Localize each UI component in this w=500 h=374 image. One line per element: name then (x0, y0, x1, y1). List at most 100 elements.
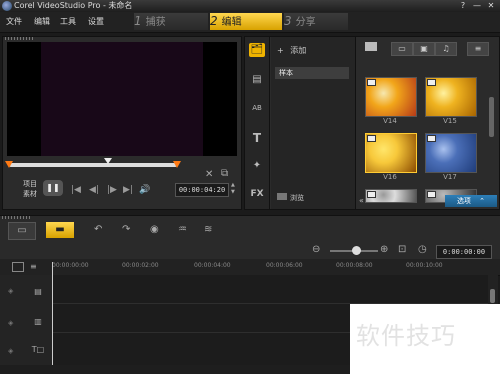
track-header-column: ▤ ▥ T□ ◈ ◈ ◈ (0, 275, 53, 365)
media-thumbnail[interactable] (365, 133, 417, 173)
preview-panel: ✕ ⧉ 项目 素材 ❚❚ |◀ ◀| |▶ ▶| 🔊 00:00:04:20 ▲… (2, 36, 242, 210)
library-toolbar: ▭ ▣ ♫ ≡ (359, 39, 497, 57)
video-clip-badge-icon (367, 191, 376, 198)
scissors-icon[interactable]: ✕ (205, 169, 213, 180)
media-thumbnail-grid: V14 V15 V16 V17 (359, 61, 487, 203)
pause-button[interactable]: ❚❚ (43, 180, 63, 196)
instant-project-icon[interactable]: ▤ (249, 73, 265, 87)
spin-down-icon[interactable]: ▼ (231, 189, 235, 195)
next-frame-icon[interactable]: |▶ (107, 185, 117, 195)
trim-end-marker[interactable] (173, 161, 181, 168)
go-end-icon[interactable]: ▶| (123, 185, 133, 195)
watermark-text: 软件技巧 (356, 322, 456, 350)
library-folder-pane: + 添加 样本 浏览 (271, 37, 356, 209)
step-number: 1 (134, 14, 142, 28)
trim-start-marker[interactable] (5, 161, 13, 168)
add-icon: + (277, 46, 284, 55)
timeline-ruler[interactable]: ≡ 00:00:00:00 00:00:02:00 00:00:04:00 00… (0, 259, 500, 276)
ruler-tick: 00:00:08:00 (336, 262, 373, 269)
sound-mixer-icon[interactable]: ♒ (178, 222, 187, 238)
library-panel: 🗂 ▤ AB T ✦ FX + 添加 样本 浏览 ▭ ▣ ♫ ≡ V14 V15 V… (244, 36, 500, 210)
folder-icon[interactable] (365, 42, 377, 51)
spin-up-icon[interactable]: ▲ (231, 182, 235, 188)
project-mode-label[interactable]: 项目 (23, 179, 37, 189)
transition-icon[interactable]: AB (249, 101, 265, 115)
zoom-out-icon[interactable]: ⊖ (312, 244, 320, 255)
library-scrollbar[interactable] (489, 97, 494, 137)
media-thumbnail[interactable] (425, 133, 477, 173)
folder-item-sample[interactable]: 样本 (275, 67, 349, 79)
media-thumbnail[interactable] (425, 77, 477, 117)
panel-grip[interactable] (5, 37, 35, 40)
video-track[interactable] (52, 275, 488, 304)
timeline-playhead[interactable] (52, 262, 53, 366)
app-logo-icon (2, 1, 12, 11)
video-clip-badge-icon (367, 79, 376, 86)
scrollbar-thumb[interactable] (490, 289, 495, 303)
list-view-button[interactable]: ≡ (467, 42, 489, 56)
thumbnail-caption: V15 (443, 117, 457, 125)
panel-grip[interactable] (2, 216, 32, 219)
show-audio-button[interactable]: ♫ (435, 42, 457, 56)
video-track-icon[interactable]: ▤ (30, 287, 46, 296)
menu-tools[interactable]: 工具 (60, 16, 76, 27)
step-share-tab[interactable]: 3 分享 (284, 13, 348, 30)
storyboard-view-button[interactable]: ▭ (8, 222, 36, 240)
track-manager-icon[interactable] (12, 262, 24, 272)
preview-window (7, 42, 237, 156)
show-videos-button[interactable]: ▭ (391, 42, 413, 56)
overlay-track-icon[interactable]: ▥ (30, 317, 46, 326)
title-track-icon[interactable]: T□ (30, 345, 46, 354)
redo-icon[interactable]: ↷ (122, 222, 130, 238)
menu-settings[interactable]: 设置 (88, 16, 104, 27)
close-button[interactable]: ✕ (484, 1, 498, 11)
track-visibility-icon[interactable]: ◈ (8, 287, 13, 295)
collapse-library-icon[interactable]: « (359, 196, 364, 205)
add-folder-button[interactable]: + 添加 (277, 45, 306, 56)
menu-edit[interactable]: 编辑 (34, 16, 50, 27)
timeline-timecode[interactable]: 0:00:00:00 (436, 245, 492, 259)
copy-icon[interactable]: ⧉ (221, 168, 228, 179)
scrubber-track[interactable] (9, 163, 177, 167)
ruler-tick: 00:00:06:00 (266, 262, 303, 269)
video-clip-badge-icon (427, 191, 436, 198)
step-number: 2 (210, 14, 218, 28)
video-clip-badge-icon (367, 135, 376, 142)
undo-icon[interactable]: ↶ (94, 222, 102, 238)
volume-icon[interactable]: 🔊 (139, 185, 150, 195)
fit-project-icon[interactable]: ⊡ (398, 244, 406, 255)
clock-icon: ◷ (418, 244, 427, 255)
zoom-in-icon[interactable]: ⊕ (380, 244, 388, 255)
filter-icon[interactable]: FX (249, 187, 265, 201)
menu-file[interactable]: 文件 (6, 16, 22, 27)
media-thumbnail[interactable] (365, 189, 417, 203)
media-category-icon[interactable]: 🗂 (249, 43, 265, 57)
help-icon[interactable]: ? (456, 1, 470, 11)
auto-music-icon[interactable]: ≋ (204, 222, 212, 238)
step-capture-tab[interactable]: 1 捕获 (134, 13, 208, 30)
clip-mode-label[interactable]: 素材 (23, 189, 37, 199)
step-label: 分享 (295, 17, 316, 28)
timeline-view-button[interactable]: ▬ (46, 222, 74, 238)
options-label: 选项 (456, 197, 471, 205)
browse-button[interactable]: 浏览 (277, 193, 304, 203)
chapter-menu-icon[interactable]: ≡ (30, 262, 37, 271)
zoom-slider-thumb[interactable] (352, 246, 361, 255)
media-thumbnail[interactable] (365, 77, 417, 117)
record-capture-icon[interactable]: ◉ (150, 222, 159, 238)
graphic-icon[interactable]: ✦ (249, 159, 265, 173)
browse-icon (277, 193, 287, 200)
step-edit-tab[interactable]: 2 编辑 (210, 13, 282, 30)
go-start-icon[interactable]: |◀ (71, 185, 81, 195)
show-photos-button[interactable]: ▣ (413, 42, 435, 56)
track-visibility-icon[interactable]: ◈ (8, 319, 13, 327)
step-label: 捕获 (145, 17, 166, 28)
thumbnail-caption: V14 (383, 117, 397, 125)
options-button[interactable]: 选项 ⌃ (445, 195, 497, 207)
preview-timecode[interactable]: 00:00:04:20 (175, 183, 229, 197)
track-visibility-icon[interactable]: ◈ (8, 347, 13, 355)
previous-frame-icon[interactable]: ◀| (89, 185, 99, 195)
ruler-tick: 00:00:04:00 (194, 262, 231, 269)
title-icon[interactable]: T (249, 131, 265, 145)
minimize-button[interactable]: — (470, 1, 484, 11)
